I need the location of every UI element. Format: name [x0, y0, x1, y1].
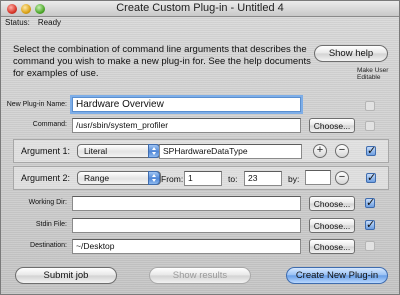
stdin-file-label: Stdin File:: [35, 221, 67, 228]
destination-label: Destination:: [30, 242, 67, 249]
make-user-editable-header: Make User Editable: [357, 67, 389, 81]
range-to-label: to:: [228, 174, 238, 184]
instructions-text: Select the combination of command line a…: [13, 44, 311, 79]
destination-choose-button[interactable]: Choose...: [309, 239, 355, 254]
status-line: Status: Ready: [5, 18, 61, 27]
remove-argument-icon[interactable]: −: [335, 171, 349, 185]
range-by-field[interactable]: [305, 170, 331, 185]
plugin-name-editable-checkbox[interactable]: [365, 101, 375, 111]
argument-1-type-popup[interactable]: Literal: [77, 144, 161, 158]
argument-2-type-value: Range: [84, 173, 110, 183]
create-new-plugin-button[interactable]: Create New Plug-in: [286, 267, 388, 284]
argument-1-row: Argument 1: Literal SPHardwareDataType +…: [13, 139, 389, 163]
range-from-field[interactable]: 1: [184, 171, 222, 186]
command-label: Command:: [32, 121, 67, 128]
status-label: Status:: [5, 18, 30, 27]
remove-argument-icon[interactable]: −: [335, 144, 349, 158]
argument-2-editable-checkbox[interactable]: [366, 171, 376, 184]
argument-2-type-popup[interactable]: Range: [77, 171, 161, 185]
show-help-button[interactable]: Show help: [314, 45, 388, 62]
command-field[interactable]: /usr/sbin/system_profiler: [72, 118, 301, 133]
submit-job-button[interactable]: Submit job: [15, 267, 117, 284]
working-dir-field[interactable]: [72, 196, 301, 211]
range-to-field[interactable]: 23: [244, 171, 282, 186]
argument-1-type-value: Literal: [84, 146, 108, 156]
argument-1-value-field[interactable]: SPHardwareDataType: [159, 144, 302, 159]
stdin-file-editable-checkbox[interactable]: [365, 218, 375, 231]
popup-arrows-icon: [148, 171, 160, 185]
working-dir-editable-checkbox[interactable]: [365, 196, 375, 209]
range-from-label: From:: [161, 174, 184, 184]
command-editable-checkbox[interactable]: [365, 121, 375, 131]
argument-2-row: Argument 2: Range From: 1 to: 23 by: + −: [13, 166, 389, 190]
argument-2-label: Argument 2:: [21, 173, 71, 183]
show-results-button[interactable]: Show results: [149, 267, 251, 284]
status-value: Ready: [37, 18, 62, 27]
stdin-file-field[interactable]: [72, 218, 301, 233]
plugin-name-field[interactable]: Hardware Overview: [72, 97, 301, 112]
destination-editable-checkbox[interactable]: [365, 241, 375, 251]
argument-1-editable-checkbox[interactable]: [366, 144, 376, 157]
plugin-name-label: New Plug-in Name:: [6, 101, 67, 108]
command-choose-button[interactable]: Choose...: [309, 118, 355, 133]
window-title: Create Custom Plug-in - Untitled 4: [116, 2, 284, 14]
destination-field[interactable]: ~/Desktop: [72, 239, 301, 254]
title-bar[interactable]: Create Custom Plug-in - Untitled 4: [1, 1, 399, 17]
working-dir-label: Working Dir:: [28, 199, 67, 206]
working-dir-choose-button[interactable]: Choose...: [309, 196, 355, 211]
add-argument-icon[interactable]: +: [313, 144, 327, 158]
stdin-file-choose-button[interactable]: Choose...: [309, 218, 355, 233]
range-by-label: by:: [288, 174, 300, 184]
argument-1-label: Argument 1:: [21, 146, 71, 156]
create-plugin-window: Create Custom Plug-in - Untitled 4 Statu…: [0, 0, 400, 295]
